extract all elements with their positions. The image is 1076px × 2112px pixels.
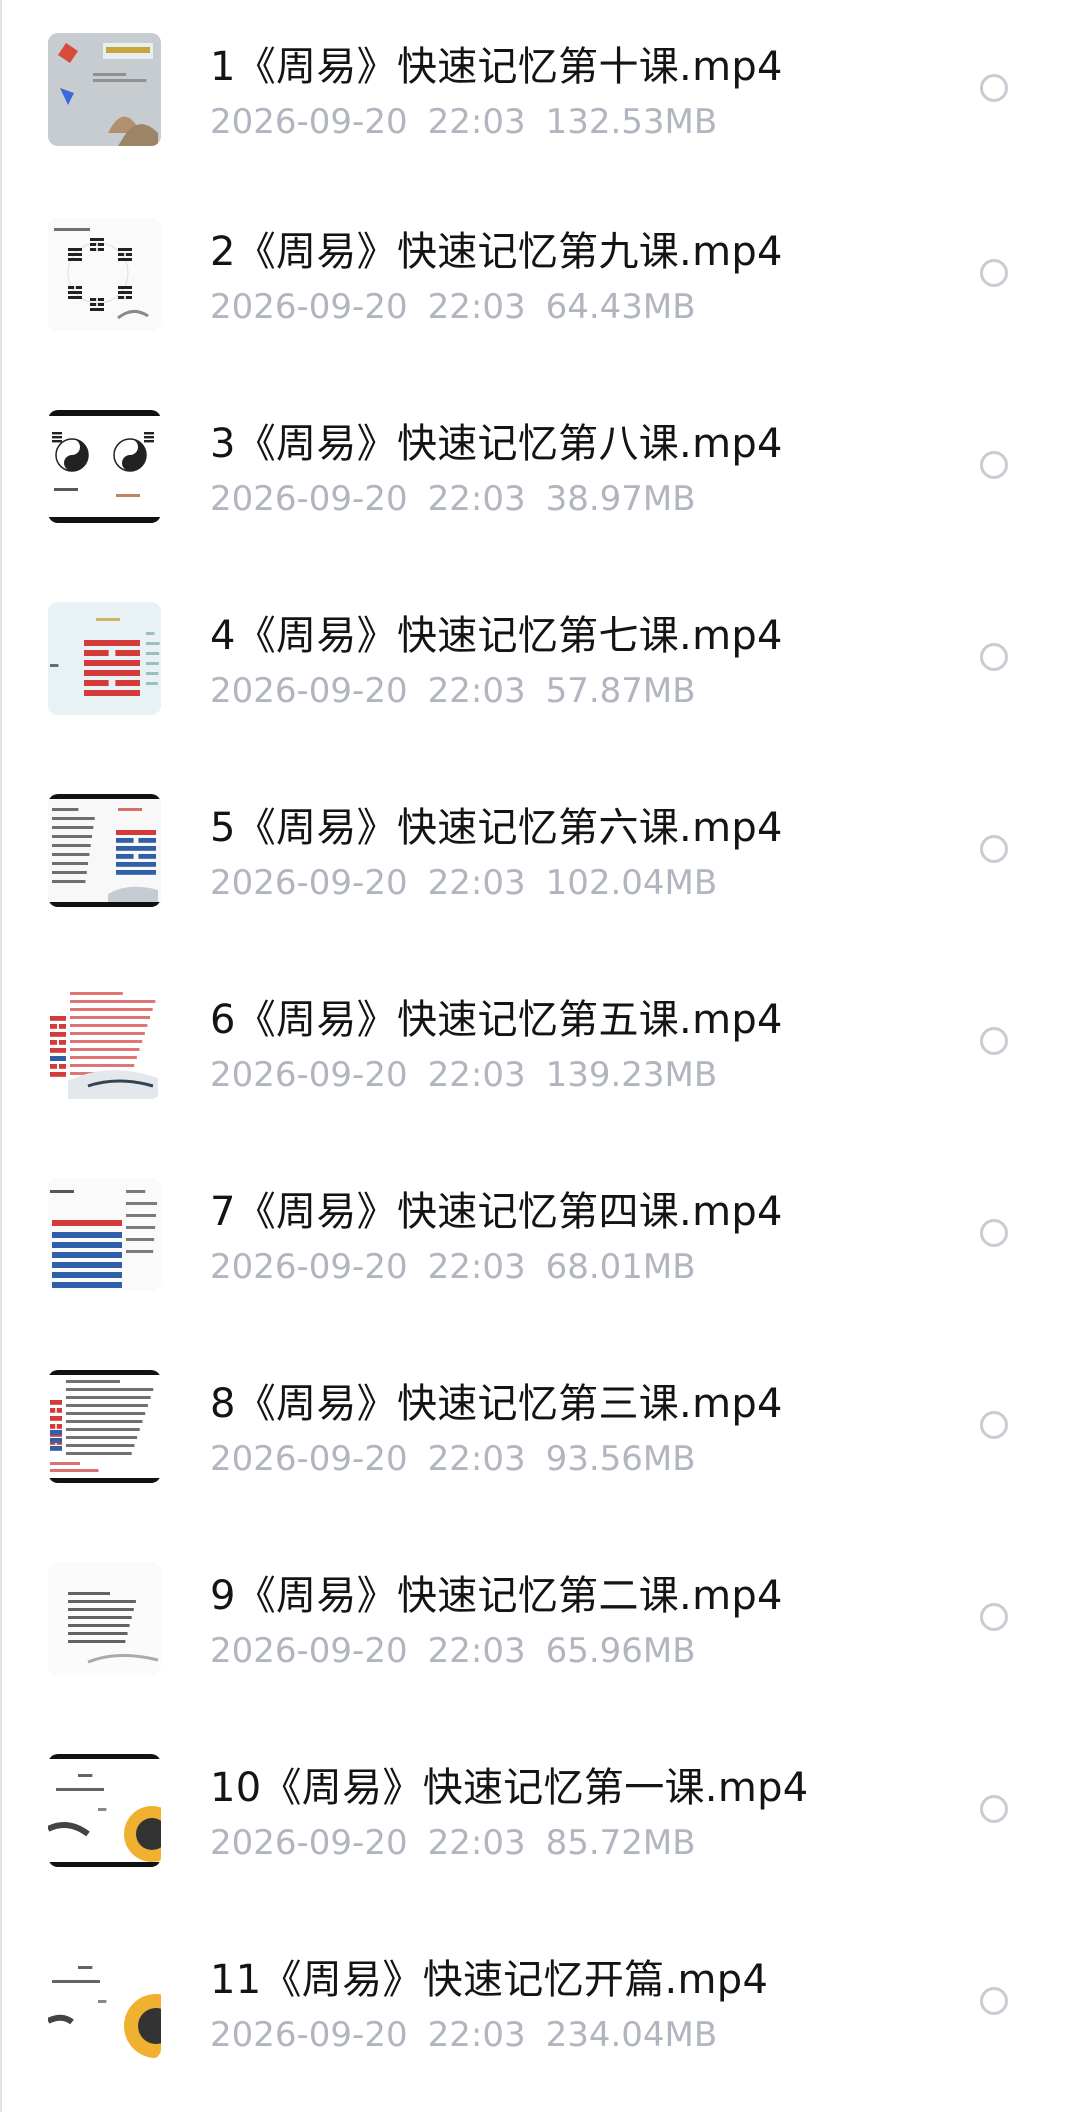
file-time: 22:03: [427, 1055, 526, 1095]
file-name: 4《周易》快速记忆第七课.mp4: [210, 613, 783, 659]
file-name: 2《周易》快速记忆第九课.mp4: [210, 229, 783, 275]
video-thumbnail: [48, 1562, 161, 1675]
file-name: 5《周易》快速记忆第六课.mp4: [210, 805, 783, 851]
select-radio-icon[interactable]: [980, 1603, 1008, 1631]
file-size: 102.04MB: [545, 863, 718, 903]
video-thumbnail: [48, 794, 161, 907]
file-meta: 2026-09-20 22:03 65.96MB: [210, 1631, 716, 1671]
video-thumbnail: [48, 33, 161, 146]
video-thumbnail: [48, 986, 161, 1099]
video-thumbnail: [48, 410, 161, 523]
select-radio-icon[interactable]: [980, 1219, 1008, 1247]
file-name: 7《周易》快速记忆第四课.mp4: [210, 1189, 783, 1235]
select-radio-icon[interactable]: [980, 835, 1008, 863]
file-size: 234.04MB: [545, 2015, 718, 2055]
file-date: 2026-09-20: [210, 1439, 408, 1479]
select-radio-icon[interactable]: [980, 259, 1008, 287]
file-time: 22:03: [427, 1439, 526, 1479]
file-name: 6《周易》快速记忆第五课.mp4: [210, 997, 783, 1043]
file-date: 2026-09-20: [210, 479, 408, 519]
file-time: 22:03: [427, 102, 526, 142]
select-radio-icon[interactable]: [980, 1027, 1008, 1055]
file-list: 1《周易》快速记忆第十课.mp4 2026-09-20 22:03 132.53MB…: [0, 0, 1076, 2105]
file-list-item[interactable]: 3《周易》快速记忆第八课.mp4 2026-09-20 22:03 38.97MB: [0, 377, 1076, 569]
file-time: 22:03: [427, 2015, 526, 2055]
file-list-item[interactable]: 2《周易》快速记忆第九课.mp4 2026-09-20 22:03 64.43MB: [0, 185, 1076, 377]
file-name: 1《周易》快速记忆第十课.mp4: [210, 44, 783, 90]
file-list-item[interactable]: 10《周易》快速记忆第一课.mp4 2026-09-20 22:03 85.72MB: [0, 1721, 1076, 1913]
file-size: 85.72MB: [545, 1823, 696, 1863]
file-meta: 2026-09-20 22:03 93.56MB: [210, 1439, 716, 1479]
video-thumbnail: [48, 218, 161, 331]
file-meta: 2026-09-20 22:03 64.43MB: [210, 287, 716, 327]
file-date: 2026-09-20: [210, 287, 408, 327]
file-list-item[interactable]: 9《周易》快速记忆第二课.mp4 2026-09-20 22:03 65.96MB: [0, 1529, 1076, 1721]
file-date: 2026-09-20: [210, 863, 408, 903]
file-size: 57.87MB: [545, 671, 696, 711]
file-date: 2026-09-20: [210, 102, 408, 142]
file-list-item[interactable]: 7《周易》快速记忆第四课.mp4 2026-09-20 22:03 68.01MB: [0, 1145, 1076, 1337]
file-time: 22:03: [427, 1631, 526, 1671]
file-time: 22:03: [427, 479, 526, 519]
file-name: 11《周易》快速记忆开篇.mp4: [210, 1957, 769, 2003]
file-date: 2026-09-20: [210, 1055, 408, 1095]
file-date: 2026-09-20: [210, 1247, 408, 1287]
file-name: 9《周易》快速记忆第二课.mp4: [210, 1573, 783, 1619]
select-radio-icon[interactable]: [980, 1411, 1008, 1439]
select-radio-icon[interactable]: [980, 74, 1008, 102]
file-meta: 2026-09-20 22:03 234.04MB: [210, 2015, 737, 2055]
video-thumbnail: [48, 1370, 161, 1483]
file-size: 93.56MB: [545, 1439, 696, 1479]
file-date: 2026-09-20: [210, 671, 408, 711]
file-meta: 2026-09-20 22:03 139.23MB: [210, 1055, 737, 1095]
file-list-item[interactable]: 1《周易》快速记忆第十课.mp4 2026-09-20 22:03 132.53MB: [0, 0, 1076, 185]
video-thumbnail: [48, 1946, 161, 2059]
file-meta: 2026-09-20 22:03 57.87MB: [210, 671, 716, 711]
video-thumbnail: [48, 1178, 161, 1291]
file-size: 38.97MB: [545, 479, 696, 519]
select-radio-icon[interactable]: [980, 1795, 1008, 1823]
file-meta: 2026-09-20 22:03 132.53MB: [210, 102, 737, 142]
file-list-item[interactable]: 5《周易》快速记忆第六课.mp4 2026-09-20 22:03 102.04MB: [0, 761, 1076, 953]
file-meta: 2026-09-20 22:03 38.97MB: [210, 479, 716, 519]
file-date: 2026-09-20: [210, 1631, 408, 1671]
file-time: 22:03: [427, 863, 526, 903]
select-radio-icon[interactable]: [980, 643, 1008, 671]
file-time: 22:03: [427, 287, 526, 327]
file-size: 68.01MB: [545, 1247, 696, 1287]
file-size: 132.53MB: [545, 102, 718, 142]
file-meta: 2026-09-20 22:03 85.72MB: [210, 1823, 716, 1863]
file-time: 22:03: [427, 1823, 526, 1863]
file-size: 64.43MB: [545, 287, 696, 327]
file-list-item[interactable]: 6《周易》快速记忆第五课.mp4 2026-09-20 22:03 139.23MB: [0, 953, 1076, 1145]
select-radio-icon[interactable]: [980, 1987, 1008, 2015]
file-name: 8《周易》快速记忆第三课.mp4: [210, 1381, 783, 1427]
video-thumbnail: [48, 602, 161, 715]
file-meta: 2026-09-20 22:03 68.01MB: [210, 1247, 716, 1287]
select-radio-icon[interactable]: [980, 451, 1008, 479]
file-meta: 2026-09-20 22:03 102.04MB: [210, 863, 737, 903]
file-list-item[interactable]: 4《周易》快速记忆第七课.mp4 2026-09-20 22:03 57.87MB: [0, 569, 1076, 761]
file-time: 22:03: [427, 671, 526, 711]
file-date: 2026-09-20: [210, 2015, 408, 2055]
file-list-item[interactable]: 11《周易》快速记忆开篇.mp4 2026-09-20 22:03 234.04MB: [0, 1913, 1076, 2105]
file-list-item[interactable]: 8《周易》快速记忆第三课.mp4 2026-09-20 22:03 93.56MB: [0, 1337, 1076, 1529]
file-date: 2026-09-20: [210, 1823, 408, 1863]
file-time: 22:03: [427, 1247, 526, 1287]
file-size: 139.23MB: [545, 1055, 718, 1095]
video-thumbnail: [48, 1754, 161, 1867]
file-size: 65.96MB: [545, 1631, 696, 1671]
file-name: 10《周易》快速记忆第一课.mp4: [210, 1765, 809, 1811]
file-name: 3《周易》快速记忆第八课.mp4: [210, 421, 783, 467]
